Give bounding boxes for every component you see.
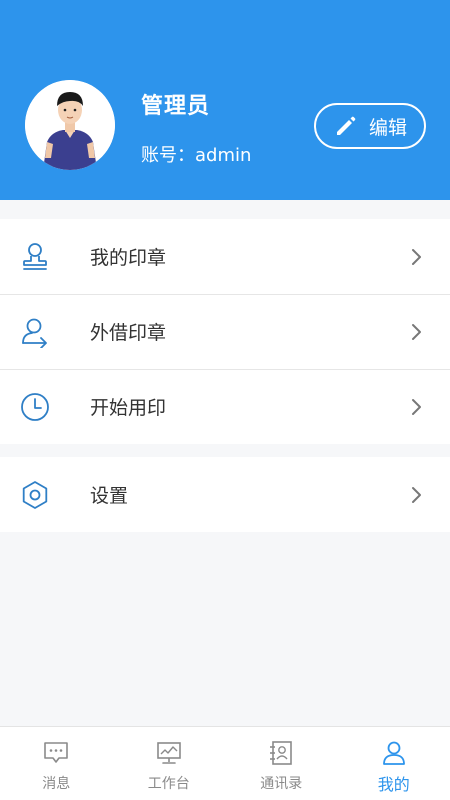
user-account: 账号：admin	[141, 145, 252, 166]
tab-label: 我的	[377, 775, 410, 794]
menu-item-label: 我的印章	[90, 247, 167, 269]
user-out-icon	[22, 318, 47, 348]
tab-label: 消息	[42, 776, 71, 792]
avatar-illustration	[25, 80, 115, 170]
tab-label: 通讯录	[260, 776, 303, 792]
monitor-icon	[156, 742, 181, 764]
tab-contacts[interactable]: 通讯录	[225, 727, 338, 800]
menu-item-settings[interactable]: 设置	[0, 457, 450, 532]
tab-mine[interactable]: 我的	[338, 727, 450, 800]
menu-item-my-seals[interactable]: 我的印章	[0, 219, 450, 294]
stamp-icon	[23, 242, 47, 270]
avatar[interactable]	[25, 80, 115, 170]
user-name: 管理员	[141, 94, 211, 119]
chevron-right-icon	[412, 248, 421, 265]
edit-label: 编辑	[368, 116, 407, 139]
menu-item-lent-seals[interactable]: 外借印章	[0, 294, 450, 369]
menu-item-label: 开始用印	[90, 397, 167, 419]
menu-item-label: 外借印章	[90, 322, 167, 344]
tab-workbench[interactable]: 工作台	[113, 727, 226, 800]
person-icon	[382, 741, 405, 765]
chevron-right-icon	[412, 398, 421, 415]
edit-profile-button[interactable]: 编辑	[314, 103, 426, 149]
menu-item-label: 设置	[90, 485, 129, 507]
clock-icon	[21, 392, 49, 421]
pencil-icon	[336, 116, 356, 135]
menu-group-settings: 设置	[0, 457, 450, 532]
menu-group-main: 我的印章 外借印章 开始用印	[0, 219, 450, 444]
menu-item-start-sealing[interactable]: 开始用印	[0, 369, 450, 444]
message-icon	[44, 742, 69, 763]
chevron-right-icon	[412, 486, 421, 503]
settings-hexagon-icon	[22, 480, 48, 509]
tab-label: 工作台	[147, 776, 190, 792]
tab-messages[interactable]: 消息	[0, 727, 113, 800]
chevron-right-icon	[412, 323, 421, 340]
contacts-icon	[270, 741, 293, 765]
bottom-tab-bar: 消息 工作台 通讯录 我的	[0, 726, 450, 800]
profile-header: 管理员 账号：admin 编辑	[0, 0, 450, 200]
